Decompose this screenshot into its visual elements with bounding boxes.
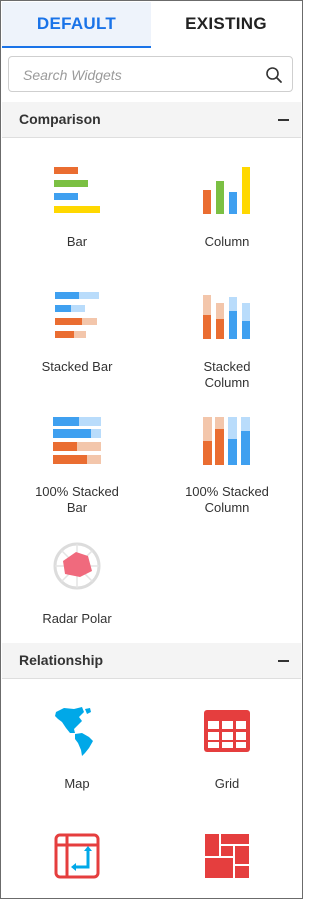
section-header-comparison[interactable]: Comparison — [2, 102, 301, 138]
widget-label: Stacked Column — [203, 359, 251, 390]
widget-label: 100% Stacked Column — [185, 484, 269, 515]
widget-column[interactable]: Column — [152, 161, 302, 261]
bar-chart-icon — [54, 167, 100, 213]
widget-label: Radar Polar — [42, 611, 112, 626]
widget-radar-polar[interactable]: Radar Polar — [2, 536, 152, 636]
widget-treemap[interactable] — [152, 826, 302, 896]
search-input[interactable] — [23, 65, 253, 85]
widget-grid[interactable]: Grid — [152, 701, 302, 801]
widget-label: Map — [64, 776, 90, 791]
map-icon — [55, 707, 93, 756]
widget-label: Bar — [66, 234, 88, 249]
stacked-bar-icon — [55, 292, 99, 338]
widget-label: Grid — [214, 776, 240, 791]
radar-polar-icon — [53, 542, 101, 590]
100-stacked-column-icon — [203, 417, 250, 465]
widget-100-stacked-bar[interactable]: 100% Stacked Bar — [2, 411, 152, 521]
widget-bar[interactable]: Bar — [2, 161, 152, 261]
tab-existing[interactable]: EXISTING — [151, 2, 301, 48]
section-title: Comparison — [19, 111, 101, 127]
section-header-relationship[interactable]: Relationship — [2, 643, 301, 679]
widget-map[interactable]: Map — [2, 701, 152, 801]
widget-label: Column — [204, 234, 250, 249]
minus-icon[interactable] — [278, 119, 289, 121]
widget-pivot-grid[interactable] — [2, 826, 152, 896]
search-icon[interactable] — [265, 66, 283, 84]
widget-label: Stacked Bar — [41, 359, 113, 374]
widget-stacked-column[interactable]: Stacked Column — [152, 286, 302, 396]
column-chart-icon — [203, 167, 250, 214]
stacked-column-icon — [203, 295, 250, 339]
treemap-icon — [205, 834, 249, 878]
100-stacked-bar-icon — [53, 417, 101, 464]
section-title: Relationship — [19, 652, 104, 668]
minus-icon[interactable] — [278, 660, 289, 662]
pivot-grid-icon — [54, 833, 100, 879]
tab-default[interactable]: DEFAULT — [2, 2, 151, 48]
grid-icon — [204, 710, 250, 752]
search-box — [8, 56, 293, 92]
widget-stacked-bar[interactable]: Stacked Bar — [2, 286, 152, 386]
widget-label: 100% Stacked Bar — [35, 484, 119, 515]
widget-100-stacked-column[interactable]: 100% Stacked Column — [152, 411, 302, 521]
widget-panel: DEFAULT EXISTING Comparison Bar Co — [0, 0, 303, 899]
tab-bar: DEFAULT EXISTING — [2, 2, 301, 48]
